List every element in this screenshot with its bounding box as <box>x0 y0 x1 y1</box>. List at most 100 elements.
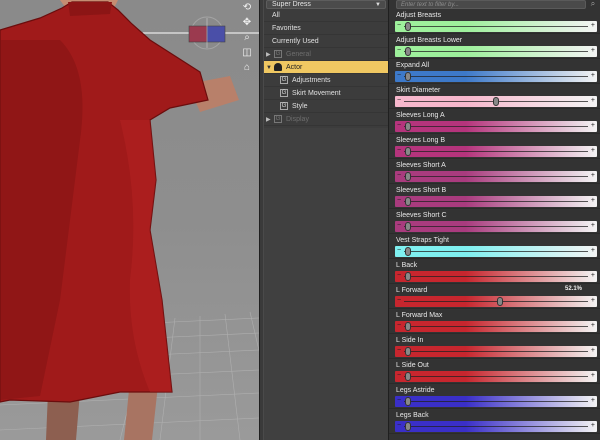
increment-icon[interactable]: + <box>591 347 595 355</box>
decrement-icon[interactable]: − <box>397 172 401 180</box>
slider-knob[interactable] <box>404 197 411 206</box>
increment-icon[interactable]: + <box>591 97 595 105</box>
increment-icon[interactable]: + <box>591 247 595 255</box>
decrement-icon[interactable]: − <box>397 222 401 230</box>
property-slider[interactable]: − + <box>395 71 597 82</box>
property-label: L Side Out <box>396 362 429 369</box>
property-slider[interactable]: − + <box>395 96 597 107</box>
decrement-icon[interactable]: − <box>397 122 401 130</box>
decrement-icon[interactable]: − <box>397 197 401 205</box>
property-slider[interactable]: − + <box>395 396 597 407</box>
property-slider[interactable]: − + <box>395 246 597 257</box>
decrement-icon[interactable]: − <box>397 422 401 430</box>
property-value[interactable]: 52.1% <box>565 286 582 292</box>
property-slider[interactable]: − + <box>395 221 597 232</box>
increment-icon[interactable]: + <box>591 322 595 330</box>
slider-knob[interactable] <box>404 247 411 256</box>
zoom-icon[interactable]: ⌕ <box>241 32 253 44</box>
tree-item-skirt-movement[interactable]: G Skirt Movement <box>264 87 388 100</box>
increment-icon[interactable]: + <box>591 197 595 205</box>
increment-icon[interactable]: + <box>591 122 595 130</box>
decrement-icon[interactable]: − <box>397 247 401 255</box>
group-icon: G <box>274 50 282 59</box>
increment-icon[interactable]: + <box>591 422 595 430</box>
slider-knob[interactable] <box>404 222 411 231</box>
tree-item-general[interactable]: ▶ G General <box>264 48 388 61</box>
slider-knob[interactable] <box>404 22 411 31</box>
camera-orbit-icon[interactable]: ⟲ <box>241 2 253 14</box>
frame-icon[interactable]: ◫ <box>241 47 253 59</box>
tree-item-currently-used[interactable]: Currently Used <box>264 35 388 48</box>
increment-icon[interactable]: + <box>591 47 595 55</box>
property-slider[interactable]: − + <box>395 146 597 157</box>
decrement-icon[interactable]: − <box>397 322 401 330</box>
decrement-icon[interactable]: − <box>397 47 401 55</box>
decrement-icon[interactable]: − <box>397 397 401 405</box>
decrement-icon[interactable]: − <box>397 372 401 380</box>
collapse-arrow-icon[interactable]: ▼ <box>266 62 274 75</box>
property-row: L Back − + <box>389 259 600 284</box>
slider-knob[interactable] <box>404 122 411 131</box>
filter-input[interactable]: Enter text to filter by... <box>396 0 586 9</box>
view-cube[interactable] <box>186 16 228 50</box>
tree-item-all[interactable]: All <box>264 9 388 22</box>
search-icon[interactable]: ⌕ <box>588 0 598 9</box>
tree-item-style[interactable]: G Style <box>264 100 388 113</box>
decrement-icon[interactable]: − <box>397 347 401 355</box>
increment-icon[interactable]: + <box>591 272 595 280</box>
decrement-icon[interactable]: − <box>397 72 401 80</box>
property-slider[interactable]: − + <box>395 371 597 382</box>
tree-item-display[interactable]: ▶ G Display <box>264 113 388 126</box>
slider-knob[interactable] <box>496 297 503 306</box>
slider-knob[interactable] <box>404 322 411 331</box>
property-slider[interactable]: − + <box>395 21 597 32</box>
property-slider[interactable]: − + <box>395 271 597 282</box>
properties-pane: Enter text to filter by... ⌕ Adjust Brea… <box>388 0 600 440</box>
property-label: Sleeves Short A <box>396 162 446 169</box>
slider-track <box>404 251 588 252</box>
group-icon: G <box>280 76 288 85</box>
property-slider[interactable]: − + <box>395 46 597 57</box>
increment-icon[interactable]: + <box>591 172 595 180</box>
home-icon[interactable]: ⌂ <box>241 62 253 74</box>
slider-knob[interactable] <box>404 372 411 381</box>
property-slider[interactable]: − + <box>395 346 597 357</box>
slider-knob[interactable] <box>404 347 411 356</box>
slider-knob[interactable] <box>404 272 411 281</box>
decrement-icon[interactable]: − <box>397 147 401 155</box>
slider-knob[interactable] <box>404 422 411 431</box>
property-slider[interactable]: − + <box>395 321 597 332</box>
slider-knob[interactable] <box>404 72 411 81</box>
viewport-3d[interactable]: ⟲ ✥ ⌕ ◫ ⌂ <box>0 0 259 440</box>
property-slider[interactable]: − + <box>395 296 597 307</box>
property-row: Adjust Breasts − + <box>389 9 600 34</box>
increment-icon[interactable]: + <box>591 397 595 405</box>
property-label: Sleeves Long B <box>396 137 446 144</box>
increment-icon[interactable]: + <box>591 147 595 155</box>
property-slider[interactable]: − + <box>395 171 597 182</box>
slider-knob[interactable] <box>404 397 411 406</box>
decrement-icon[interactable]: − <box>397 272 401 280</box>
expand-arrow-icon[interactable]: ▶ <box>266 114 274 127</box>
increment-icon[interactable]: + <box>591 22 595 30</box>
slider-knob[interactable] <box>404 172 411 181</box>
increment-icon[interactable]: + <box>591 372 595 380</box>
increment-icon[interactable]: + <box>591 297 595 305</box>
decrement-icon[interactable]: − <box>397 22 401 30</box>
increment-icon[interactable]: + <box>591 72 595 80</box>
tree-item-actor[interactable]: ▼ Actor <box>264 61 388 74</box>
node-selector[interactable]: Super Dress ▼ <box>266 0 386 9</box>
slider-knob[interactable] <box>404 47 411 56</box>
tree-item-favorites[interactable]: Favorites <box>264 22 388 35</box>
increment-icon[interactable]: + <box>591 222 595 230</box>
decrement-icon[interactable]: − <box>397 297 401 305</box>
property-slider[interactable]: − + <box>395 421 597 432</box>
slider-knob[interactable] <box>404 147 411 156</box>
pan-icon[interactable]: ✥ <box>241 17 253 29</box>
slider-knob[interactable] <box>493 97 499 106</box>
property-slider[interactable]: − + <box>395 196 597 207</box>
property-row: Skirt Diameter − + <box>389 84 600 109</box>
property-slider[interactable]: − + <box>395 121 597 132</box>
tree-item-adjustments[interactable]: G Adjustments <box>264 74 388 87</box>
decrement-icon[interactable]: − <box>397 97 401 105</box>
